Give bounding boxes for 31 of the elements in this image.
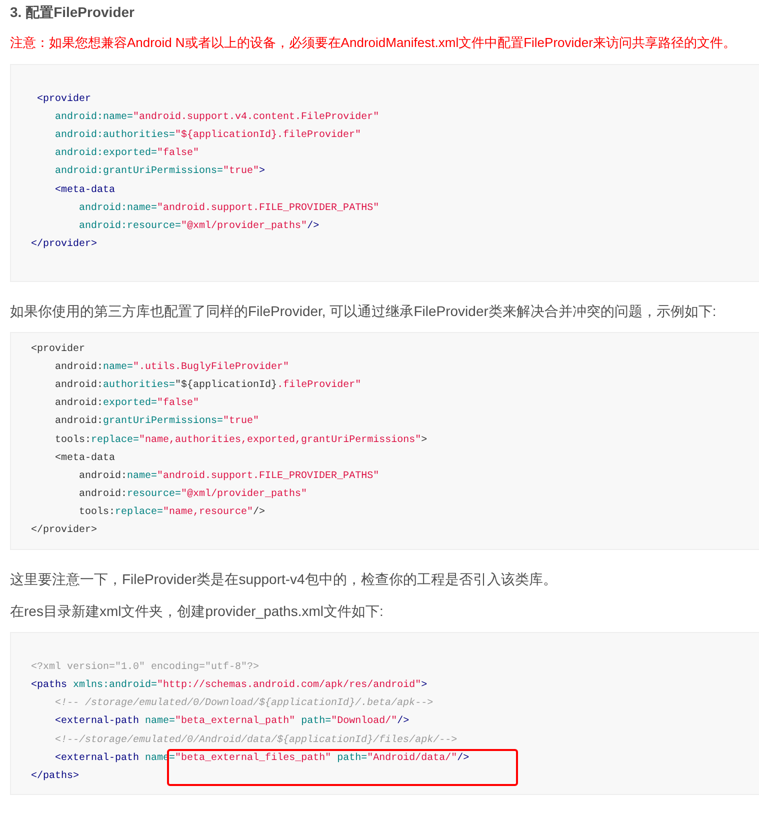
code-line: android:authorities="${applicationId}.fileProvider" — [54, 378, 362, 393]
section-heading: 3. 配置FileProvider — [10, 3, 136, 22]
code-line: tools:replace="name,authorities,exported,grantUriPermissions"> — [54, 434, 428, 448]
paragraph: 在res目录新建xml文件夹，创建provider_paths.xml文件如下: — [10, 602, 384, 621]
code-line: </paths> — [31, 770, 80, 784]
code-line: android:resource="@xml/provider_paths"/> — [78, 220, 320, 234]
code-line: android:resource="@xml/provider_paths" — [78, 488, 308, 502]
paragraph: 这里要注意一下，FileProvider类是在support-v4包中的，检查你的工程是否引入该类库。 — [10, 570, 558, 589]
code-line: android:name="android.support.FILE_PROVIDER_PATHS" — [78, 202, 380, 216]
code-line: <meta-data — [54, 184, 116, 198]
code-line: <paths xmlns:android="http://schemas.android.com/apk/res/android"> — [31, 678, 428, 693]
code-line: <meta-data — [54, 452, 116, 466]
code-line: android:exported="false" — [54, 146, 200, 162]
code-line: android:name=".utils.BuglyFileProvider" — [54, 360, 290, 375]
code-line: android:name="android.support.FILE_PROVIDER_PATHS" — [78, 470, 380, 484]
code-line: android:grantUriPermissions="true" — [54, 414, 260, 430]
code-line: android:name="android.support.v4.content.FileProvider" — [54, 110, 380, 125]
code-line: </provider> — [31, 524, 98, 538]
code-line: </provider> — [31, 238, 98, 252]
code-line: <provider — [31, 342, 86, 357]
code-line: <provider — [36, 92, 92, 107]
code-line: android:authorities="${applicationId}.fileProvider" — [54, 128, 362, 144]
code-line: <!-- /storage/emulated/0/Download/${applicationId}/.beta/apk--> — [54, 696, 434, 712]
paragraph: 如果你使用的第三方库也配置了同样的FileProvider, 可以通过继承FileProvider类来解决合并冲突的问题，示例如下: — [10, 302, 718, 321]
code-line: <!--/storage/emulated/0/Android/data/${applicationId}/files/apk/--> — [54, 734, 458, 748]
code-line: android:grantUriPermissions="true"> — [54, 164, 266, 180]
code-line: <?xml version="1.0" encoding="utf-8"?> — [31, 660, 260, 675]
code-line: tools:replace="name,resource"/> — [78, 506, 266, 520]
code-line: <external-path name="beta_external_path" path="Download/"/> — [54, 714, 410, 730]
code-line: android:exported="false" — [54, 396, 200, 412]
warning-note: 注意：如果您想兼容Android N或者以上的设备，必须要在AndroidManifest.xml文件中配置FileProvider来访问共享路径的文件。 — [10, 34, 737, 52]
